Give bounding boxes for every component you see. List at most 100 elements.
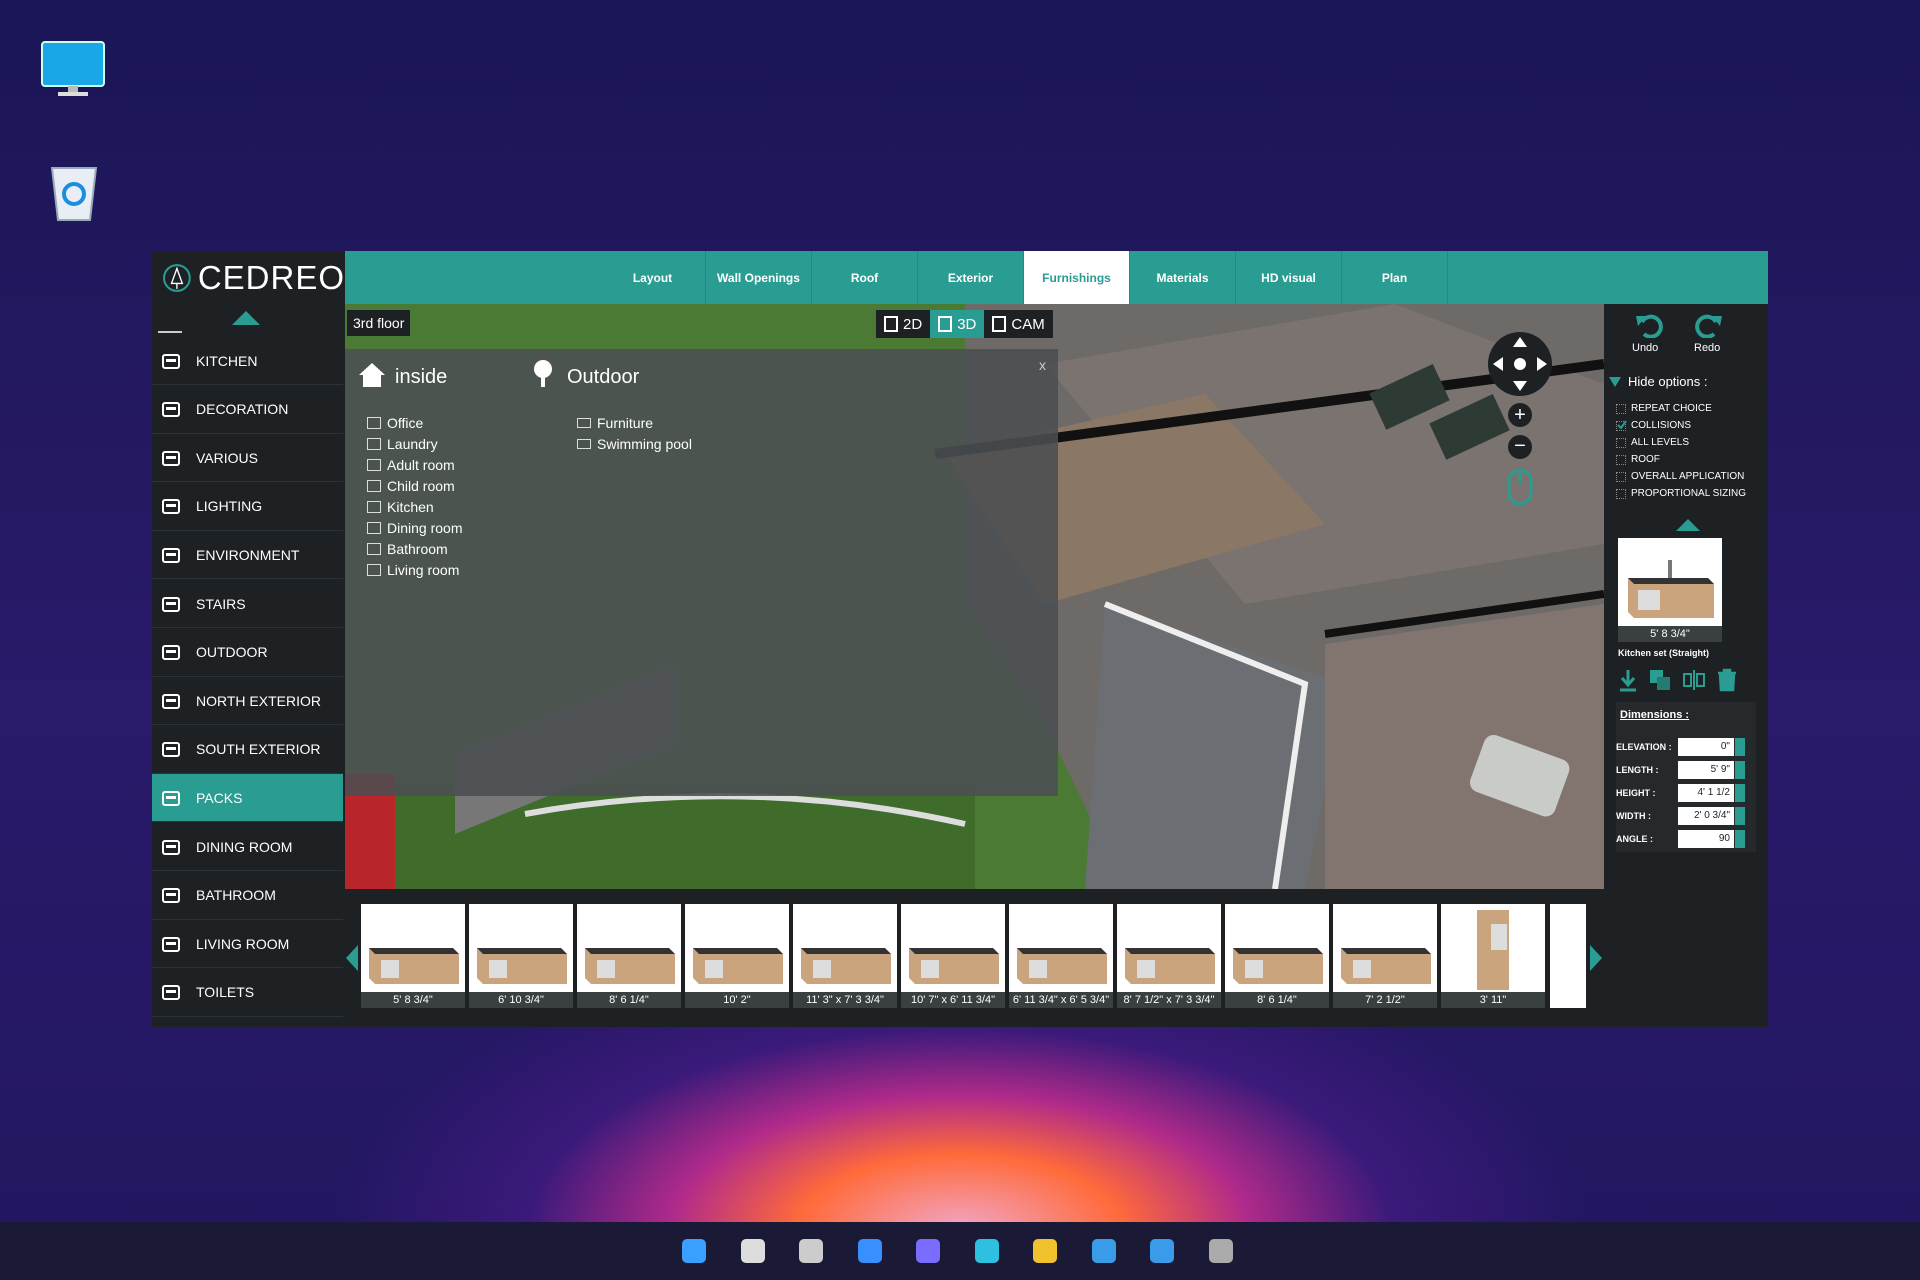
scroll-up-icon[interactable] [1674, 518, 1702, 532]
3d-viewport[interactable]: 3rd floor 2D 3D CAM inside Outdoor x Offic… [345, 304, 1604, 889]
option-repeat-choice[interactable]: REPEAT CHOICE [1616, 403, 1712, 414]
option-overall-application[interactable]: OVERALL APPLICATION [1616, 471, 1744, 482]
tab-furnishings[interactable]: Furnishings [1024, 251, 1130, 304]
scroll-left-icon[interactable] [345, 944, 359, 972]
sidebar-item-bathroom[interactable]: BATHROOM [152, 872, 343, 920]
dimension-input[interactable]: 2' 0 3/4" [1678, 807, 1734, 825]
mouse-icon[interactable] [1506, 467, 1534, 507]
sidebar-item-dining-room[interactable]: DINING ROOM [152, 823, 343, 871]
sidebar-item-toilets[interactable]: TOILETS [152, 969, 343, 1017]
option-roof[interactable]: ROOF [1616, 454, 1660, 465]
mode-2d[interactable]: 2D [876, 310, 930, 338]
catalog-thumbnail[interactable]: 3' 11" [1441, 904, 1545, 1008]
sidebar-item-living-room[interactable]: LIVING ROOM [152, 920, 343, 969]
checkbox[interactable] [1616, 403, 1626, 414]
sidebar-item-packs[interactable]: PACKS [152, 774, 343, 823]
option-proportional-sizing[interactable]: PROPORTIONAL SIZING [1616, 488, 1746, 499]
checkbox[interactable] [1616, 488, 1626, 499]
recycle-bin-icon[interactable] [46, 160, 102, 227]
catalog-thumbnail[interactable]: 10' 7" x 6' 11 3/4" [901, 904, 1005, 1008]
outdoor-item-furniture[interactable]: Furniture [577, 415, 653, 431]
checkbox[interactable] [1616, 454, 1626, 465]
task-view-icon[interactable] [793, 1233, 829, 1269]
selected-item-thumbnail[interactable]: 5' 8 3/4" [1618, 538, 1722, 642]
sidebar-item-lighting[interactable]: LIGHTING [152, 483, 343, 531]
floor-label[interactable]: 3rd floor [347, 310, 411, 336]
file-explorer-icon[interactable] [1027, 1233, 1063, 1269]
spinner-icon[interactable] [1735, 784, 1745, 802]
spinner-icon[interactable] [1735, 830, 1745, 848]
spinner-icon[interactable] [1735, 738, 1745, 756]
dimension-input[interactable]: 0" [1678, 738, 1734, 756]
trash-icon[interactable] [1716, 668, 1738, 692]
zoom-out-button[interactable]: − [1508, 435, 1532, 459]
inside-item-laundry[interactable]: Laundry [367, 436, 438, 452]
checkbox[interactable] [1616, 437, 1626, 448]
scroll-up-icon[interactable] [230, 309, 262, 327]
windows-start-icon[interactable] [676, 1233, 712, 1269]
catalog-thumbnail[interactable]: 10' 2" [685, 904, 789, 1008]
catalog-thumbnail[interactable]: 5' 8 3/4" [361, 904, 465, 1008]
dimension-input[interactable]: 90 [1678, 830, 1734, 848]
undo-label[interactable]: Undo [1632, 342, 1658, 354]
navigation-pad-icon[interactable] [1475, 319, 1565, 409]
tab-exterior[interactable]: Exterior [918, 251, 1024, 304]
tab-layout[interactable]: Layout [600, 251, 706, 304]
monitor-icon[interactable] [40, 40, 106, 103]
tab-plan[interactable]: Plan [1342, 251, 1448, 304]
duplicate-icon[interactable] [1648, 668, 1672, 692]
inside-item-bathroom[interactable]: Bathroom [367, 541, 448, 557]
search-icon[interactable] [735, 1233, 771, 1269]
download-icon[interactable] [1618, 668, 1638, 692]
sidebar-item-south-exterior[interactable]: SOUTH EXTERIOR [152, 726, 343, 774]
checkbox[interactable] [1616, 471, 1626, 482]
catalog-thumbnail[interactable]: 8' 7 1/2" x 7' 3 3/4" [1117, 904, 1221, 1008]
tab-hd-visual[interactable]: HD visual [1236, 251, 1342, 304]
settings-icon[interactable] [1203, 1233, 1239, 1269]
close-button[interactable]: x [1039, 357, 1046, 373]
sidebar-item-kitchen[interactable]: KITCHEN [152, 337, 343, 385]
hide-options-label[interactable]: Hide options : [1628, 374, 1708, 389]
store-icon[interactable] [1086, 1233, 1122, 1269]
sidebar-item-environment[interactable]: ENVIRONMENT [152, 531, 343, 580]
inside-item-office[interactable]: Office [367, 415, 423, 431]
dimension-input[interactable]: 5' 9" [1678, 761, 1734, 779]
catalog-thumbnail[interactable]: 6' 10 3/4" [469, 904, 573, 1008]
dimension-input[interactable]: 4' 1 1/2 [1678, 784, 1734, 802]
mode-3d[interactable]: 3D [930, 310, 985, 338]
catalog-thumbnail[interactable]: 6' 11 3/4" x 6' 5 3/4" [1009, 904, 1113, 1008]
sidebar-item-decoration[interactable]: DECORATION [152, 386, 343, 434]
inside-item-kitchen[interactable]: Kitchen [367, 499, 434, 515]
mirror-icon[interactable] [1682, 668, 1706, 692]
sidebar-item-stairs[interactable]: STAIRS [152, 580, 343, 628]
mail-icon[interactable] [1144, 1233, 1180, 1269]
sidebar-item-north-exterior[interactable]: NORTH EXTERIOR [152, 677, 343, 726]
inside-item-dining-room[interactable]: Dining room [367, 520, 462, 536]
catalog-thumbnail-partial[interactable] [1550, 904, 1586, 1008]
spinner-icon[interactable] [1735, 807, 1745, 825]
redo-label[interactable]: Redo [1694, 342, 1720, 354]
edge-icon[interactable] [969, 1233, 1005, 1269]
option-collisions[interactable]: COLLISIONS [1616, 419, 1691, 431]
catalog-thumbnail[interactable]: 7' 2 1/2" [1333, 904, 1437, 1008]
inside-item-adult-room[interactable]: Adult room [367, 457, 455, 473]
mode-cam[interactable]: CAM [984, 310, 1052, 338]
option-all-levels[interactable]: ALL LEVELS [1616, 437, 1689, 448]
collapse-icon[interactable] [1608, 376, 1622, 388]
catalog-thumbnail[interactable]: 8' 6 1/4" [577, 904, 681, 1008]
outdoor-item-swimming-pool[interactable]: Swimming pool [577, 436, 692, 452]
catalog-thumbnail[interactable]: 11' 3" x 7' 3 3/4" [793, 904, 897, 1008]
inside-item-living-room[interactable]: Living room [367, 562, 459, 578]
sidebar-item-various[interactable]: VARIOUS [152, 434, 343, 483]
redo-icon[interactable] [1694, 312, 1724, 338]
zoom-in-button[interactable]: + [1508, 403, 1532, 427]
tab-wall-openings[interactable]: Wall Openings [706, 251, 812, 304]
sidebar-item-outdoor[interactable]: OUTDOOR [152, 629, 343, 677]
chat-icon[interactable] [910, 1233, 946, 1269]
scroll-right-icon[interactable] [1589, 944, 1603, 972]
spinner-icon[interactable] [1735, 761, 1745, 779]
checkbox[interactable] [1616, 419, 1627, 431]
tab-materials[interactable]: Materials [1130, 251, 1236, 304]
undo-icon[interactable] [1634, 312, 1664, 338]
tab-roof[interactable]: Roof [812, 251, 918, 304]
